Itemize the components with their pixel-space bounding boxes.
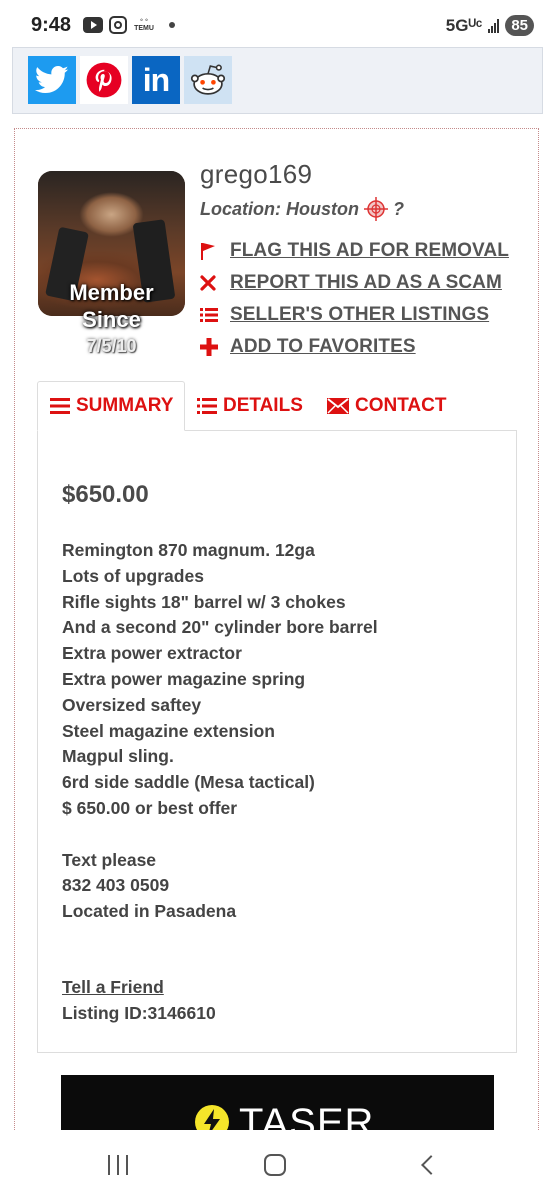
- description-line: $ 650.00 or best offer: [62, 797, 238, 818]
- temu-notification-icon: ⚬⚬ TEMU: [134, 18, 154, 32]
- status-notification-icons: ⚬⚬ TEMU: [83, 16, 175, 34]
- social-share-bar: in: [12, 47, 543, 114]
- listing-description: Remington 870 magnum. 12ga Lots of upgra…: [62, 538, 378, 925]
- location-text: Location: Houston: [200, 198, 359, 219]
- tab-contact[interactable]: CONTACT: [327, 381, 446, 431]
- report-scam-link[interactable]: REPORT THIS AD AS A SCAM: [230, 272, 502, 294]
- listing-tabs: SUMMARY DETAILS CONTACT: [37, 381, 517, 431]
- seller-listings-link[interactable]: SELLER'S OTHER LISTINGS: [230, 304, 489, 326]
- flag-icon: [200, 242, 230, 260]
- pinterest-share-button[interactable]: [80, 56, 128, 104]
- listing-id: Listing ID:3146610: [62, 1003, 216, 1023]
- network-type: 5Gᵁᶜ: [445, 15, 483, 35]
- reddit-share-button[interactable]: [184, 56, 232, 104]
- twitter-share-button[interactable]: [28, 56, 76, 104]
- tab-details-label: DETAILS: [223, 395, 303, 416]
- back-button[interactable]: [421, 1155, 441, 1175]
- location-help[interactable]: ?: [393, 199, 404, 220]
- member-since-date: 7/5/10: [86, 336, 137, 356]
- seller-username[interactable]: grego169: [200, 159, 312, 190]
- description-line: And a second 20" cylinder bore barrel: [62, 617, 378, 638]
- tab-details[interactable]: DETAILS: [197, 381, 303, 431]
- reddit-icon: [190, 64, 226, 95]
- flag-ad-link[interactable]: FLAG THIS AD FOR REMOVAL: [230, 240, 509, 262]
- description-line: [62, 822, 378, 848]
- status-time: 9:48: [31, 14, 72, 36]
- tab-summary[interactable]: SUMMARY: [37, 381, 185, 431]
- flag-ad-action[interactable]: FLAG THIS AD FOR REMOVAL: [200, 235, 509, 267]
- envelope-icon: [327, 398, 349, 414]
- description-line: Rifle sights 18" barrel w/ 3 chokes: [62, 591, 346, 612]
- description-line: Remington 870 magnum. 12ga: [62, 540, 315, 560]
- more-notifications-icon: [169, 22, 175, 28]
- description-line: Located in Pasadena: [62, 901, 237, 922]
- seller-listings-action[interactable]: SELLER'S OTHER LISTINGS: [200, 299, 509, 331]
- instagram-notification-icon: [109, 16, 127, 34]
- battery-indicator: 85: [505, 15, 534, 36]
- description-line: Extra power extractor: [62, 643, 242, 664]
- system-nav-bar: [0, 1130, 554, 1200]
- pinterest-icon: [86, 62, 122, 98]
- add-favorites-action[interactable]: ADD TO FAVORITES: [200, 331, 509, 363]
- add-favorites-link[interactable]: ADD TO FAVORITES: [230, 336, 416, 358]
- summary-panel: $650.00 Remington 870 magnum. 12ga Lots …: [37, 430, 517, 1053]
- description-line: Extra power magazine spring: [62, 668, 306, 689]
- description-line: Magpul sling.: [62, 746, 174, 767]
- description-line: 832 403 0509: [62, 875, 170, 896]
- signal-icon: [488, 18, 500, 33]
- description-line: Text please: [62, 849, 157, 870]
- linkedin-icon: in: [142, 61, 170, 98]
- recents-button[interactable]: [108, 1155, 128, 1175]
- tab-summary-label: SUMMARY: [76, 395, 174, 416]
- description-line: Steel magazine extension: [62, 720, 275, 741]
- member-since-label: Member Since: [69, 280, 154, 332]
- listing-container: Member Since 7/5/10 grego169 Location: H…: [14, 128, 539, 1138]
- seller-actions: FLAG THIS AD FOR REMOVAL REPORT THIS AD …: [200, 235, 509, 363]
- linkedin-share-button[interactable]: in: [132, 56, 180, 104]
- tell-a-friend-link[interactable]: Tell a Friend: [62, 977, 164, 998]
- status-bar: 9:48 ⚬⚬ TEMU 5Gᵁᶜ 85: [0, 0, 554, 52]
- description-line: Lots of upgrades: [62, 565, 204, 586]
- list-icon: [197, 398, 217, 414]
- home-button[interactable]: [264, 1154, 286, 1176]
- crosshair-icon[interactable]: [363, 196, 389, 222]
- plus-icon: [200, 338, 230, 356]
- description-line: 6rd side saddle (Mesa tactical): [62, 772, 315, 793]
- youtube-notification-icon: [83, 17, 103, 33]
- status-system-icons: 5Gᵁᶜ 85: [446, 15, 534, 36]
- listing-price: $650.00: [62, 481, 149, 508]
- list-icon: [200, 307, 230, 323]
- tab-contact-label: CONTACT: [355, 395, 447, 416]
- report-scam-action[interactable]: REPORT THIS AD AS A SCAM: [200, 267, 509, 299]
- seller-location: Location: Houston ?: [200, 196, 404, 222]
- twitter-icon: [35, 65, 69, 94]
- description-line: Oversized saftey: [62, 694, 202, 715]
- list-icon: [50, 398, 70, 414]
- x-icon: [200, 275, 230, 291]
- ad-banner[interactable]: TASER: [61, 1075, 494, 1137]
